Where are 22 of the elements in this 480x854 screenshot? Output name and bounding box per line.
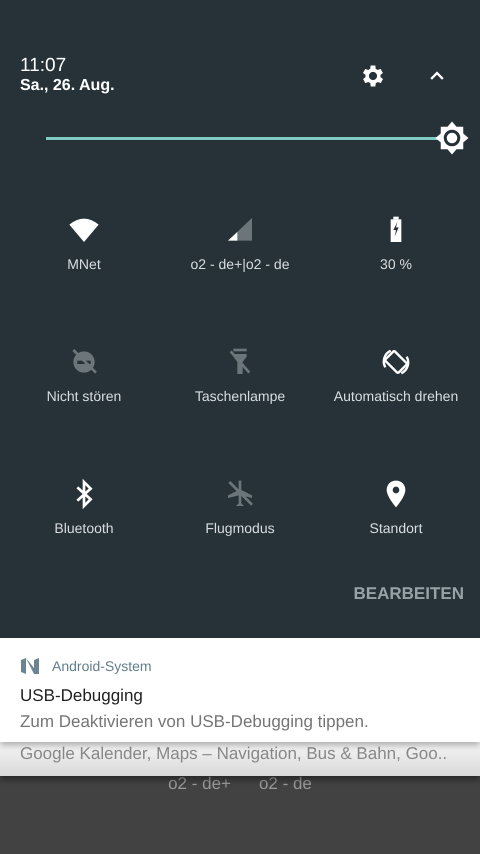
quick-setting-tile[interactable]: Automatisch drehen [318, 332, 474, 426]
app-name: Android-System [52, 658, 152, 674]
quick-setting-tile[interactable]: Bluetooth [6, 464, 162, 558]
date-text: Sa., 26. Aug. [20, 76, 116, 96]
brightness-slider[interactable] [46, 120, 470, 156]
notification-title: USB-Debugging [20, 686, 144, 706]
brightness-thumb[interactable] [434, 120, 470, 156]
quick-setting-tile[interactable]: MNet [6, 200, 162, 294]
quick-setting-tile[interactable]: 30 % [318, 200, 474, 294]
notification-text: Zum Deaktivieren von USB-Debugging tippen. [20, 712, 370, 732]
carrier-label: o2 - de+ [168, 774, 231, 794]
app-logo-icon [20, 658, 40, 674]
notification-text: Google Kalender, Maps – Navigation, Bus & Bahn, Goo.. [20, 744, 448, 763]
clock-time: 11:07 [20, 56, 68, 76]
quick-setting-tile[interactable]: o2 - de+|o2 - de [162, 200, 318, 294]
quick-setting-tile[interactable]: Flugmodus [162, 464, 318, 558]
quick-setting-tile[interactable]: Nicht stören [6, 332, 162, 426]
quick-setting-tile[interactable]: Standort [318, 464, 474, 558]
carrier-label: o2 - de [258, 774, 312, 794]
edit-button[interactable]: BEARBEITEN [353, 584, 464, 604]
quick-setting-tile[interactable]: Taschenlampe [162, 332, 318, 426]
notification-card[interactable]: Android-System USB-Debugging Zum Deaktivieren von USB-Debugging tippen. [0, 638, 480, 742]
